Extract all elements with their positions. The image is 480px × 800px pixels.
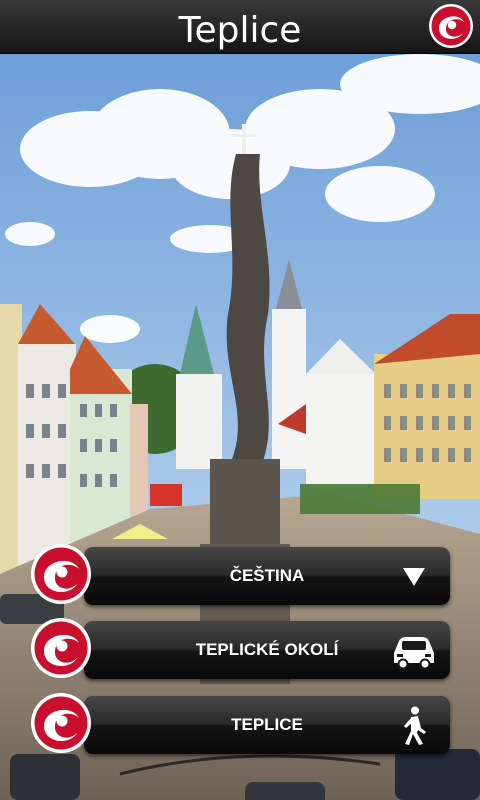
teplice-logo-icon xyxy=(31,544,91,604)
teplice-logo-icon[interactable] xyxy=(428,3,474,49)
teplice-logo-icon xyxy=(31,693,91,753)
dropdown-triangle-icon xyxy=(403,568,425,586)
title-bar: Teplice xyxy=(0,0,480,54)
car-icon xyxy=(394,637,434,670)
city-button[interactable]: TEPLICE xyxy=(30,692,450,754)
language-selector-button[interactable]: ČEŠTINA xyxy=(30,543,450,605)
page-title: Teplice xyxy=(178,10,302,51)
teplice-logo-icon xyxy=(31,618,91,678)
background-photo xyxy=(0,54,480,800)
walking-person-icon xyxy=(404,706,426,745)
surroundings-button[interactable]: TEPLICKÉ OKOLÍ xyxy=(30,617,450,679)
